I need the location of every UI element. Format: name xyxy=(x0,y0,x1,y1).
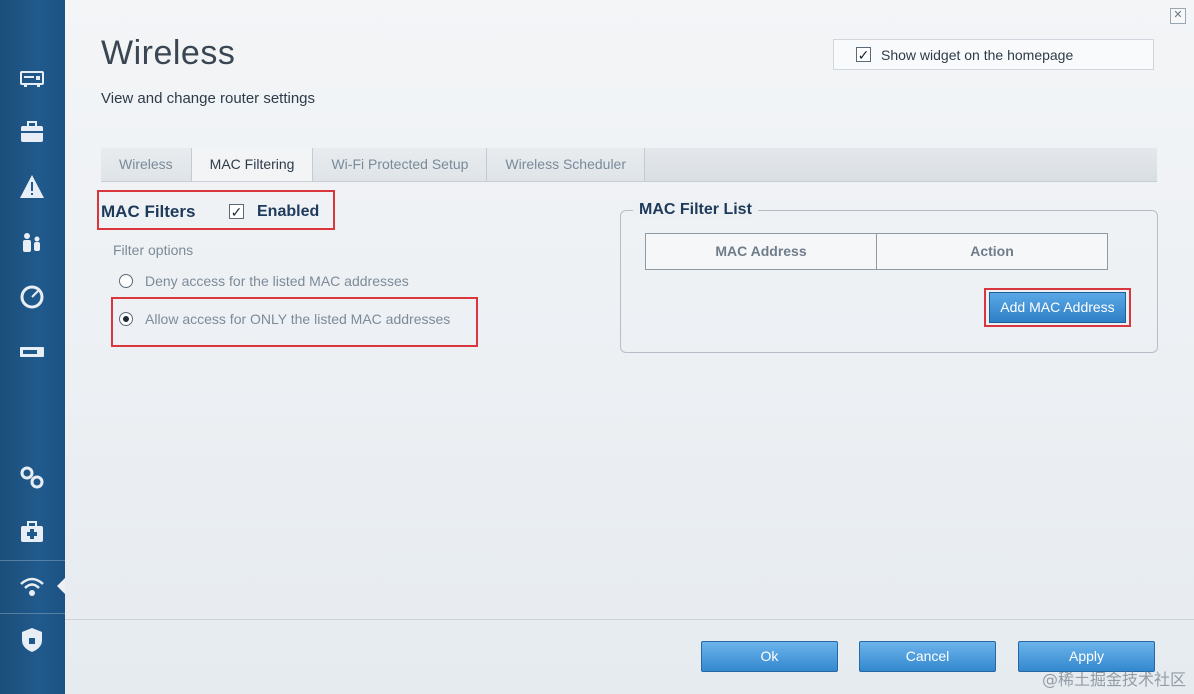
add-mac-address-button[interactable]: Add MAC Address xyxy=(989,292,1126,323)
show-widget-label: Show widget on the homepage xyxy=(881,46,1074,63)
deny-access-radio[interactable] xyxy=(119,274,133,288)
mac-filters-label: MAC Filters xyxy=(101,202,196,221)
close-icon[interactable]: ✕ xyxy=(1170,8,1186,24)
toolbox-icon[interactable] xyxy=(17,117,47,147)
column-header-action: Action xyxy=(876,234,1107,269)
sidebar xyxy=(0,0,66,694)
ok-button[interactable]: Ok xyxy=(701,641,838,672)
connectivity-icon[interactable] xyxy=(17,462,47,492)
allow-access-label: Allow access for ONLY the listed MAC add… xyxy=(145,311,451,327)
tab-wireless-scheduler[interactable]: Wireless Scheduler xyxy=(487,148,646,181)
tab-strip: Wireless MAC Filtering Wi-Fi Protected S… xyxy=(101,148,1157,182)
parental-controls-icon[interactable] xyxy=(17,227,47,257)
tab-mac-filtering[interactable]: MAC Filtering xyxy=(191,148,314,181)
troubleshoot-kit-icon[interactable] xyxy=(17,517,47,547)
network-map-icon[interactable] xyxy=(17,62,47,92)
wireless-icon[interactable] xyxy=(17,572,47,602)
watermark: @稀土掘金技术社区 xyxy=(1041,670,1186,689)
main-panel: ✕ Wireless View and change router settin… xyxy=(65,0,1194,694)
enabled-checkbox[interactable]: ✓ xyxy=(229,204,244,219)
tab-wireless[interactable]: Wireless xyxy=(101,148,192,181)
show-widget-option[interactable]: ✓ Show widget on the homepage xyxy=(833,39,1154,70)
security-icon[interactable] xyxy=(17,625,47,655)
speed-test-icon[interactable] xyxy=(17,282,47,312)
page-title: Wireless xyxy=(101,34,236,72)
cancel-button[interactable]: Cancel xyxy=(859,641,996,672)
external-storage-icon[interactable] xyxy=(17,337,47,367)
mac-filter-table: MAC Address Action xyxy=(645,233,1108,270)
tab-wifi-protected-setup[interactable]: Wi-Fi Protected Setup xyxy=(313,148,488,181)
filter-options-label: Filter options xyxy=(113,242,194,258)
mac-filter-list-title: MAC Filter List xyxy=(633,201,758,219)
deny-access-label: Deny access for the listed MAC addresses xyxy=(145,273,409,289)
tabs: Wireless MAC Filtering Wi-Fi Protected S… xyxy=(101,148,646,181)
allow-access-radio[interactable] xyxy=(119,312,133,326)
troubleshooting-icon[interactable] xyxy=(17,172,47,202)
show-widget-checkbox[interactable]: ✓ xyxy=(856,47,871,62)
footer-divider xyxy=(65,619,1194,620)
column-header-mac-address: MAC Address xyxy=(715,243,807,259)
mac-filter-list-group xyxy=(620,210,1158,353)
page-subtitle: View and change router settings xyxy=(101,90,316,107)
enabled-label: Enabled xyxy=(257,203,320,220)
